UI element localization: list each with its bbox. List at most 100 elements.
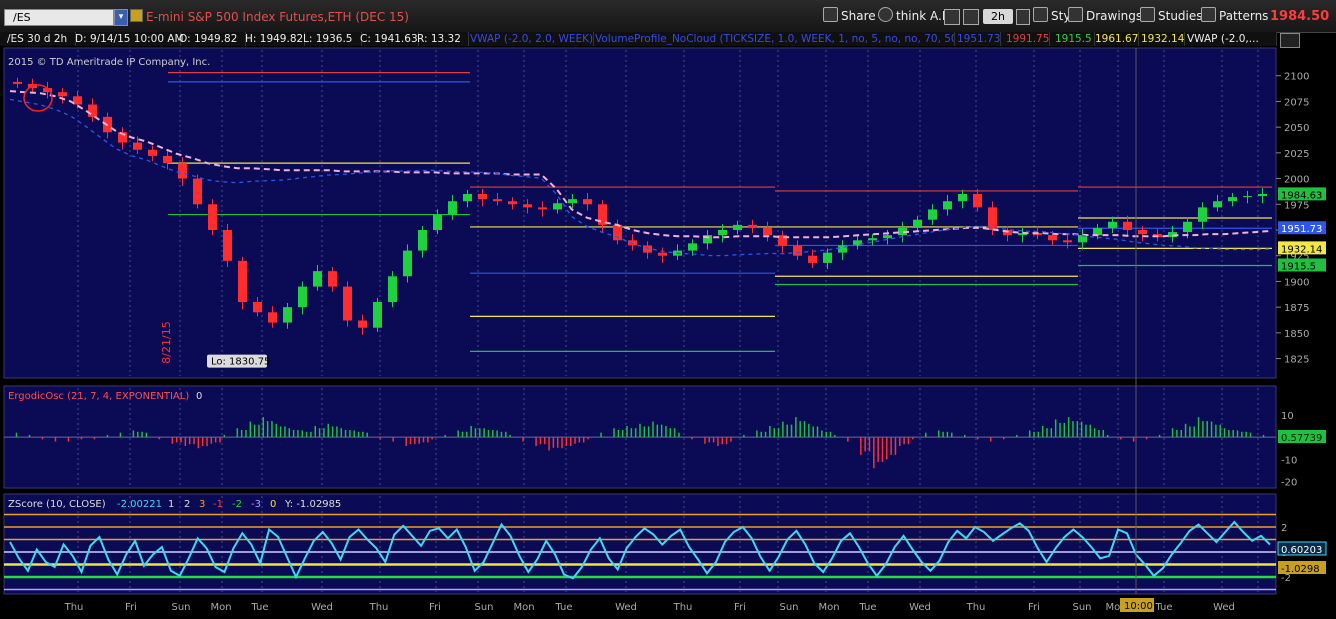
wrench-icon[interactable] <box>963 9 979 25</box>
studies-button[interactable]: Studies <box>1140 7 1203 25</box>
candle-body-58 <box>883 235 892 239</box>
x-day-label-4: Tue <box>250 602 268 613</box>
share-button[interactable]: Share <box>823 7 876 25</box>
candle-body-43 <box>658 252 667 256</box>
candle-body-81 <box>1228 197 1237 202</box>
drawings-button[interactable]: Drawings <box>1068 7 1142 25</box>
toolbar: /ES ▾ E-mini S&P 500 Index Futures,ETH (… <box>0 0 1336 33</box>
candle-body-65 <box>988 207 997 230</box>
x-day-label-11: Wed <box>615 602 637 613</box>
erg-ytick-label-0: 10 <box>1281 411 1294 422</box>
candle-body-52 <box>793 245 802 256</box>
low-annotation-text: Lo: 1830.75 <box>211 357 270 368</box>
price-label-text-1: 1951.73 <box>1281 224 1322 235</box>
header-vwap-label-2[interactable]: VWAP (-2.0,... <box>1184 32 1277 46</box>
ergodic-title[interactable]: ErgodicOsc (21, 7, 4, EXPONENTIAL) <box>8 391 189 402</box>
candle-body-47 <box>718 230 727 236</box>
candle-body-15 <box>238 260 247 302</box>
candle-body-0 <box>13 81 22 84</box>
zscore-level-neg1: -1 <box>213 499 223 510</box>
x-day-label-1: Fri <box>125 602 137 613</box>
aggregation-button[interactable]: 2h <box>983 9 1013 24</box>
candle-body-45 <box>688 243 697 251</box>
candle-body-9 <box>148 149 157 156</box>
x-day-label-9: Mon <box>513 602 534 613</box>
erg-ytick-label-3: -20 <box>1281 478 1297 489</box>
candle-body-26 <box>403 250 412 277</box>
candle-body-18 <box>283 307 292 323</box>
candle-body-40 <box>613 224 622 241</box>
patterns-button[interactable]: Patterns <box>1201 7 1268 25</box>
symbol-dropdown-icon[interactable]: ▾ <box>114 9 128 26</box>
price-y-axis: 1825185018751900192519501975200020252050… <box>1276 72 1309 366</box>
candle-body-49 <box>748 224 757 228</box>
candle-body-31 <box>478 194 487 200</box>
x-day-label-2: Sun <box>171 602 190 613</box>
zscore-level-neg2: -2 <box>232 499 242 510</box>
price-labels: 1984.63 1951.73 1932.14 1915.5 <box>1278 187 1326 272</box>
price-label-text-3: 1915.5 <box>1281 261 1316 272</box>
candle-body-5 <box>88 104 97 117</box>
x-day-label-12: Thu <box>673 602 693 613</box>
ergodic-value: 0 <box>196 391 202 402</box>
candle-body-35 <box>538 207 547 210</box>
candle-body-34 <box>523 204 532 208</box>
candle-body-30 <box>463 194 472 202</box>
x-day-label-20: Sun <box>1072 602 1091 613</box>
candle-body-13 <box>208 204 217 230</box>
price-panel <box>3 47 1277 379</box>
header-high: H: 1949.82 <box>242 32 305 46</box>
candle-body-16 <box>253 302 262 313</box>
candle-body-19 <box>298 286 307 308</box>
header-value-1: 1951.73 <box>954 32 1001 46</box>
x-day-label-6: Thu <box>369 602 389 613</box>
x-day-label-15: Mon <box>818 602 839 613</box>
x-day-label-14: Sun <box>779 602 798 613</box>
candle-body-54 <box>823 252 832 263</box>
header-volume-profile-label[interactable]: VolumeProfile_NoCloud (TICKSIZE, 1.0, WE… <box>592 32 955 46</box>
zscore-crosshair-value: -1.0298 <box>1281 564 1320 575</box>
header-close: C: 1941.63 <box>357 32 419 46</box>
candle-body-10 <box>163 155 172 164</box>
candle-body-62 <box>943 201 952 210</box>
symbol-text: /ES <box>13 11 31 24</box>
crosshair-icon[interactable] <box>944 9 960 25</box>
candle-body-73 <box>1108 221 1117 228</box>
candle-body-60 <box>913 219 922 228</box>
price-ytick-label-3: 1900 <box>1284 277 1309 288</box>
clock-icon <box>878 7 893 22</box>
candle-body-29 <box>448 201 457 215</box>
ergodic-current-value: 0.57739 <box>1281 433 1322 444</box>
link-icon[interactable] <box>130 9 143 22</box>
chart-area[interactable]: 1825185018751900192519501975200020252050… <box>0 46 1336 619</box>
style-icon <box>1033 7 1048 22</box>
zscore-title[interactable]: ZScore (10, CLOSE) <box>8 499 106 510</box>
erg-ytick-label-2: -10 <box>1281 455 1297 466</box>
candle-body-32 <box>493 199 502 202</box>
x-day-label-23: Wed <box>1213 602 1235 613</box>
symbol-input[interactable]: /ES <box>4 9 114 26</box>
price-label-text-2: 1932.14 <box>1281 244 1322 255</box>
price-ytick-label-10: 2075 <box>1284 97 1309 108</box>
price-ytick-label-8: 2025 <box>1284 149 1309 160</box>
candle-body-14 <box>223 230 232 261</box>
header-value-5: 1932.14 <box>1138 32 1185 46</box>
think-ai-button[interactable]: think A.I. <box>878 7 949 25</box>
share-icon <box>823 7 838 22</box>
candle-body-28 <box>433 214 442 230</box>
candle-body-61 <box>928 209 937 220</box>
last-price: 1984.50 <box>1270 9 1330 24</box>
x-day-label-18: Thu <box>966 602 986 613</box>
candle-body-57 <box>868 238 877 241</box>
zscore-current-value: 0.60203 <box>1281 545 1322 556</box>
x-day-label-10: Tue <box>554 602 572 613</box>
candle-body-33 <box>508 201 517 205</box>
zscore-level-3: 3 <box>199 499 205 510</box>
pencil-icon <box>1068 7 1083 22</box>
candle-body-79 <box>1198 207 1207 222</box>
candle-body-4 <box>73 96 82 105</box>
study-header-bar: /ES 30 d 2h D: 9/14/15 10:00 AM O: 1949.… <box>0 32 1277 46</box>
candle-body-50 <box>763 227 772 236</box>
header-vwap-label[interactable]: VWAP (-2.0, 2.0, WEEK) <box>467 32 594 46</box>
aggregation-options-icon[interactable] <box>1016 9 1030 25</box>
